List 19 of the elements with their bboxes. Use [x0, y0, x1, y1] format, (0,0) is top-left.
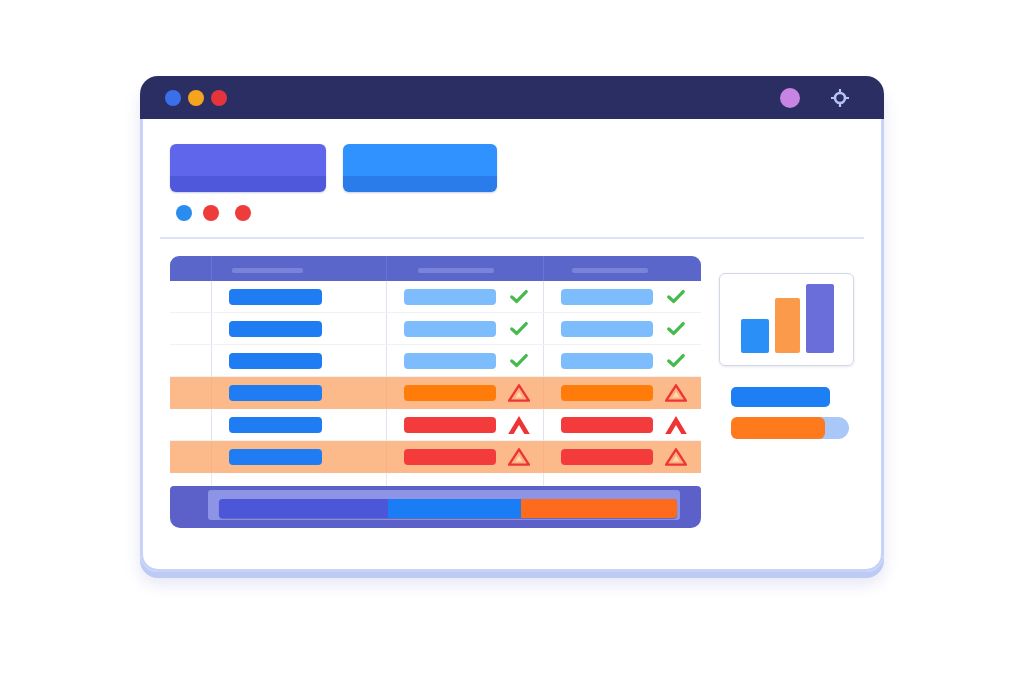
chevron-up-icon: [508, 415, 530, 434]
header-placeholder-bar: [232, 268, 303, 273]
window-control-dot[interactable]: [188, 89, 204, 106]
warning-triangle-icon: [508, 447, 530, 466]
avatar-icon[interactable]: [780, 87, 800, 108]
warning-triangle-icon: [665, 383, 687, 402]
checkmark-icon: [510, 321, 528, 336]
checkmark-icon: [667, 353, 685, 368]
window-control-dot[interactable]: [165, 89, 181, 106]
window-control-dot[interactable]: [211, 89, 227, 106]
checkmark-icon: [510, 353, 528, 368]
crosshair-icon[interactable]: [831, 88, 849, 107]
bar-chart-icon: [741, 284, 834, 353]
checkmark-icon: [667, 289, 685, 304]
warning-triangle-icon: [665, 447, 687, 466]
warning-triangle-icon: [508, 383, 530, 402]
checkmark-icon: [510, 289, 528, 304]
checkmark-icon: [667, 321, 685, 336]
chevron-up-icon: [665, 415, 687, 434]
